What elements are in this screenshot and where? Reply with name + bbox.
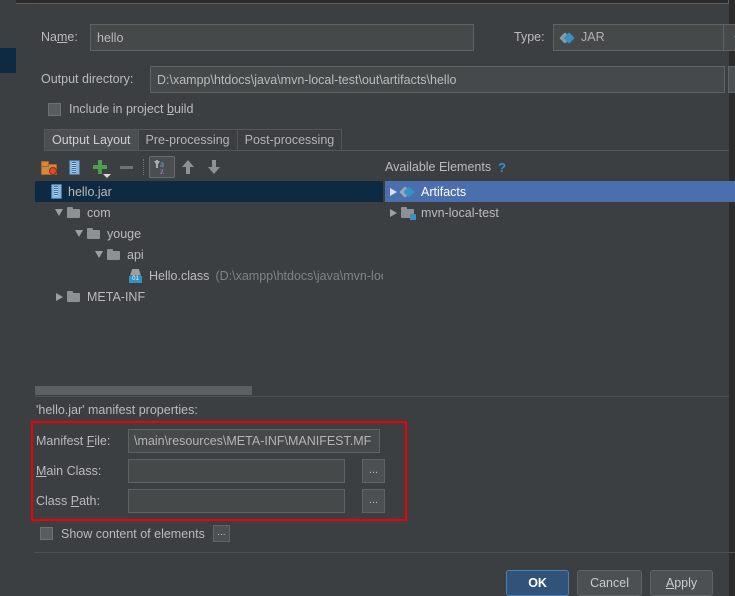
available-elements-header: Available Elements ? (385, 159, 506, 175)
chevron-down-icon[interactable] (71, 223, 87, 244)
output-directory-row: Output directory: ... (37, 64, 735, 94)
tree-node-label: Hello.class (149, 269, 209, 283)
main-class-input[interactable] (128, 459, 345, 483)
manifest-file-row: Manifest File: (36, 429, 396, 453)
tree-node-label: api (127, 248, 144, 262)
tree-node-label: hello.jar (68, 185, 112, 199)
main-class-label: Main Class: (36, 459, 101, 483)
manifest-file-input[interactable] (128, 429, 380, 453)
artifact-diamond-icon (401, 185, 415, 198)
module-icon (401, 207, 415, 219)
output-directory-input[interactable] (150, 66, 725, 93)
cancel-button[interactable]: Cancel (577, 570, 642, 596)
output-directory-label: Output directory: (41, 64, 161, 94)
footer-separator (34, 552, 735, 553)
output-layout-toolbar: az (35, 155, 375, 179)
sort-az-icon[interactable]: az (149, 156, 175, 178)
type-combo[interactable]: JAR ▼ (553, 24, 735, 51)
toolbar-separator (143, 159, 145, 175)
tree-node-label: mvn-local-test (421, 206, 499, 220)
tree-node-label: youge (107, 227, 141, 241)
class-file-icon: 01 (129, 269, 143, 283)
main-class-row: Main Class: ... (36, 459, 396, 483)
class-path-browse-button[interactable]: ... (362, 489, 385, 513)
tab-pre-processing[interactable]: Pre-processing (138, 129, 238, 151)
folder-icon (67, 207, 81, 219)
archive-icon (51, 184, 62, 199)
tab-underline (44, 150, 729, 151)
dialog-panel: Name: Type: JAR ▼ Output directory: ... … (17, 4, 729, 596)
tree-node-meta-inf[interactable]: META-INF (35, 286, 383, 307)
artifact-diamond-icon (561, 31, 574, 44)
left-rail (0, 0, 16, 596)
remove-icon[interactable] (113, 156, 139, 178)
class-path-label: Class Path: (36, 489, 100, 513)
add-directory-icon[interactable] (35, 156, 61, 178)
main-class-browse-button[interactable]: ... (362, 459, 385, 483)
chevron-down-icon[interactable] (91, 244, 107, 265)
include-in-build-row[interactable]: Include in project build (48, 101, 193, 117)
name-input[interactable] (90, 24, 474, 51)
tree-node-label: com (87, 206, 111, 220)
type-combo-value-wrap: JAR (554, 25, 723, 50)
chevron-right-icon[interactable] (385, 202, 401, 223)
tree-node-artifacts[interactable]: Artifacts (385, 181, 735, 202)
tab-output-layout[interactable]: Output Layout (44, 129, 139, 151)
tree-node-com[interactable]: com (35, 202, 383, 223)
class-path-input[interactable] (128, 489, 345, 513)
tree-node-path: (D:\xampp\htdocs\java\mvn-loca (215, 269, 383, 283)
folder-icon (87, 228, 101, 240)
ok-button[interactable]: OK (506, 570, 569, 596)
tree-node-hello-jar[interactable]: hello.jar (35, 181, 383, 202)
tree-node-hello-class[interactable]: 01 Hello.class (D:\xampp\htdocs\java\mvn… (35, 265, 383, 286)
artifacts-dialog: Name: Type: JAR ▼ Output directory: ... … (0, 0, 735, 596)
type-combo-value: JAR (581, 25, 605, 50)
apply-button[interactable]: Apply (650, 570, 713, 596)
show-content-row: Show content of elements ... (40, 525, 230, 542)
output-tree-hscrollbar-thumb[interactable] (35, 386, 252, 395)
name-row: Name: Type: JAR ▼ (37, 22, 735, 52)
show-content-checkbox[interactable] (40, 527, 53, 540)
output-layout-tree[interactable]: hello.jar com youge api 01 Hello.clas (35, 181, 383, 381)
folder-icon (107, 249, 121, 261)
chevron-down-icon[interactable] (51, 202, 67, 223)
move-up-icon[interactable] (175, 156, 201, 178)
panel-separator (35, 396, 729, 397)
tree-node-label: META-INF (87, 290, 145, 304)
manifest-file-label: Manifest File: (36, 429, 110, 453)
include-in-build-checkbox[interactable] (48, 103, 61, 116)
tab-bar: Output Layout Pre-processing Post-proces… (44, 128, 341, 151)
available-elements-label: Available Elements (385, 159, 491, 175)
tree-node-mvn-local-test[interactable]: mvn-local-test (385, 202, 735, 223)
tree-node-label: Artifacts (421, 185, 466, 199)
available-elements-tree[interactable]: Artifacts mvn-local-test (385, 181, 735, 381)
tree-twisty-placeholder (35, 181, 51, 202)
left-rail-selection (0, 48, 16, 73)
manifest-properties-title: 'hello.jar' manifest properties: (36, 403, 198, 417)
tree-twisty-placeholder (113, 265, 129, 286)
include-in-build-label: Include in project build (69, 101, 193, 117)
folder-icon (67, 291, 81, 303)
add-icon[interactable] (87, 156, 113, 178)
move-down-icon[interactable] (201, 156, 227, 178)
add-archive-icon[interactable] (61, 156, 87, 178)
chevron-down-icon[interactable]: ▼ (723, 25, 735, 50)
output-directory-browse-button[interactable]: ... (728, 66, 735, 93)
show-content-browse-button[interactable]: ... (213, 525, 230, 542)
class-path-row: Class Path: ... (36, 489, 396, 513)
tree-node-api[interactable]: api (35, 244, 383, 265)
chevron-right-icon[interactable] (51, 286, 67, 307)
help-icon[interactable]: ? (498, 160, 506, 175)
tab-post-processing[interactable]: Post-processing (237, 129, 343, 151)
dialog-button-bar: OK Cancel Apply (506, 570, 713, 596)
show-content-label: Show content of elements (61, 526, 205, 542)
tree-node-youge[interactable]: youge (35, 223, 383, 244)
